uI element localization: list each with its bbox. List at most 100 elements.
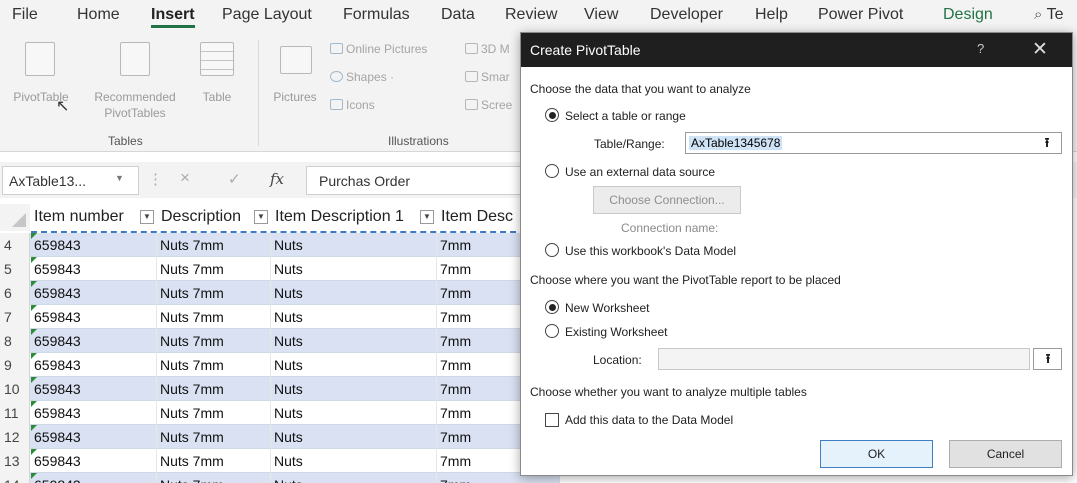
table-cell[interactable]: Nuts xyxy=(271,233,437,257)
row-number[interactable]: 10 xyxy=(0,377,30,401)
cancel-button[interactable]: Cancel xyxy=(949,440,1062,468)
filter-dropdown-icon[interactable]: ▼ xyxy=(420,210,434,224)
filter-dropdown-icon[interactable]: ▼ xyxy=(254,210,268,224)
table-cell[interactable]: Nuts 7mm xyxy=(157,281,271,305)
row-number[interactable]: 8 xyxy=(0,329,30,353)
menu-design[interactable]: Design xyxy=(943,6,993,24)
table-cell[interactable]: Nuts 7mm xyxy=(157,329,271,353)
table-cell[interactable]: 659843 xyxy=(31,473,157,483)
row-number[interactable]: 7 xyxy=(0,305,30,329)
row-number[interactable]: 9 xyxy=(0,353,30,377)
table-range-input[interactable]: AxTable1345678 ⭱ xyxy=(685,132,1062,154)
menu-insert[interactable]: Insert xyxy=(151,6,195,28)
shapes-button[interactable]: Shapes · xyxy=(330,70,394,84)
close-icon[interactable]: ✕ xyxy=(1032,38,1048,61)
help-icon[interactable]: ? xyxy=(977,41,984,56)
table-cell[interactable]: Nuts xyxy=(271,305,437,329)
cancel-icon[interactable]: × xyxy=(180,168,190,188)
table-cell[interactable]: Nuts xyxy=(271,473,437,483)
collapse-dialog-icon[interactable]: ⭱ xyxy=(1036,134,1058,152)
menu-formulas[interactable]: Formulas xyxy=(343,6,410,24)
pictures-button[interactable]: Pictures xyxy=(266,36,324,128)
table-cell[interactable]: 659843 xyxy=(31,281,157,305)
insert-function-icon[interactable]: fx xyxy=(270,170,284,188)
table-cell[interactable]: Nuts 7mm xyxy=(157,473,271,483)
filter-dropdown-icon[interactable]: ▼ xyxy=(140,210,154,224)
recommended-pivottables-button[interactable]: Recommended PivotTables xyxy=(82,36,188,128)
table-cell[interactable]: 659843 xyxy=(31,401,157,425)
menu-power-pivot[interactable]: Power Pivot xyxy=(818,6,903,24)
radio-external-source[interactable] xyxy=(545,164,559,178)
radio-data-model[interactable] xyxy=(545,243,559,257)
connection-name-label: Connection name: xyxy=(621,221,719,235)
table-cell[interactable]: Nuts xyxy=(271,329,437,353)
choose-connection-button[interactable]: Choose Connection... xyxy=(593,186,741,214)
menu-review[interactable]: Review xyxy=(505,6,557,24)
table-cell[interactable]: 659843 xyxy=(31,353,157,377)
radio-external-source-label[interactable]: Use an external data source xyxy=(565,165,715,179)
table-cell[interactable]: Nuts xyxy=(271,449,437,473)
menu-data[interactable]: Data xyxy=(441,6,475,24)
radio-existing-worksheet[interactable] xyxy=(545,324,559,338)
menu-help[interactable]: Help xyxy=(755,6,788,24)
row-number[interactable]: 12 xyxy=(0,425,30,449)
add-to-data-model-label[interactable]: Add this data to the Data Model xyxy=(565,413,733,427)
table-cell[interactable]: Nuts 7mm xyxy=(157,401,271,425)
radio-existing-worksheet-label[interactable]: Existing Worksheet xyxy=(565,325,668,339)
table-cell[interactable]: 659843 xyxy=(31,449,157,473)
radio-data-model-label[interactable]: Use this workbook's Data Model xyxy=(565,244,736,258)
location-input[interactable] xyxy=(658,348,1030,370)
row-number[interactable]: 6 xyxy=(0,281,30,305)
name-box[interactable]: AxTable13... ▼ xyxy=(2,166,139,195)
row-number[interactable]: 5 xyxy=(0,257,30,281)
smartart-button[interactable]: Smar xyxy=(465,70,510,84)
menu-home[interactable]: Home xyxy=(77,6,120,24)
table-cell[interactable]: Nuts 7mm xyxy=(157,425,271,449)
radio-new-worksheet[interactable] xyxy=(545,300,559,314)
icons-button[interactable]: Icons xyxy=(330,98,375,112)
table-cell[interactable]: Nuts xyxy=(271,257,437,281)
menu-view[interactable]: View xyxy=(584,6,618,24)
chevron-down-icon[interactable]: ▼ xyxy=(115,173,124,183)
add-to-data-model-checkbox[interactable] xyxy=(545,413,559,427)
table-cell[interactable]: Nuts xyxy=(271,425,437,449)
table-cell[interactable]: 659843 xyxy=(31,425,157,449)
screenshot-button[interactable]: Scree xyxy=(465,98,512,112)
online-pictures-button[interactable]: Online Pictures xyxy=(330,42,427,56)
select-all-corner[interactable] xyxy=(0,204,30,231)
table-cell[interactable]: 659843 xyxy=(31,257,157,281)
table-cell[interactable]: 659843 xyxy=(31,329,157,353)
row-number[interactable]: 11 xyxy=(0,401,30,425)
header-item-desc-label: Item Desc xyxy=(441,208,514,225)
table-cell[interactable]: Nuts 7mm xyxy=(157,233,271,257)
menu-developer[interactable]: Developer xyxy=(650,6,723,24)
menu-page-layout[interactable]: Page Layout xyxy=(222,6,312,24)
table-button[interactable]: Table xyxy=(192,36,242,128)
table-cell[interactable]: Nuts xyxy=(271,353,437,377)
table-cell[interactable]: Nuts 7mm xyxy=(157,449,271,473)
row-number[interactable]: 14 xyxy=(0,473,30,483)
dialog-titlebar[interactable]: Create PivotTable ? ✕ xyxy=(521,33,1072,67)
row-number[interactable]: 4 xyxy=(0,233,30,257)
table-cell[interactable]: Nuts 7mm xyxy=(157,353,271,377)
table-cell[interactable]: Nuts xyxy=(271,281,437,305)
menu-file[interactable]: File xyxy=(12,6,38,24)
table-cell[interactable]: Nuts xyxy=(271,401,437,425)
pivottable-button[interactable]: PivotTable ↖ xyxy=(6,36,76,128)
radio-select-table-label[interactable]: Select a table or range xyxy=(565,109,686,123)
3d-models-button[interactable]: 3D M xyxy=(465,42,510,56)
table-cell[interactable]: 659843 xyxy=(31,377,157,401)
tell-me-search[interactable]: ⌕ Te xyxy=(1034,6,1063,24)
table-cell[interactable]: 659843 xyxy=(31,233,157,257)
table-cell[interactable]: 659843 xyxy=(31,305,157,329)
table-cell[interactable]: Nuts 7mm xyxy=(157,305,271,329)
row-number[interactable]: 13 xyxy=(0,449,30,473)
table-cell[interactable]: Nuts xyxy=(271,377,437,401)
radio-select-table[interactable] xyxy=(545,108,559,122)
ok-button[interactable]: OK xyxy=(820,440,933,468)
table-cell[interactable]: Nuts 7mm xyxy=(157,257,271,281)
location-collapse-button[interactable]: ⭱ xyxy=(1033,348,1062,370)
table-cell[interactable]: Nuts 7mm xyxy=(157,377,271,401)
enter-icon[interactable]: ✓ xyxy=(228,170,241,188)
radio-new-worksheet-label[interactable]: New Worksheet xyxy=(565,301,649,315)
